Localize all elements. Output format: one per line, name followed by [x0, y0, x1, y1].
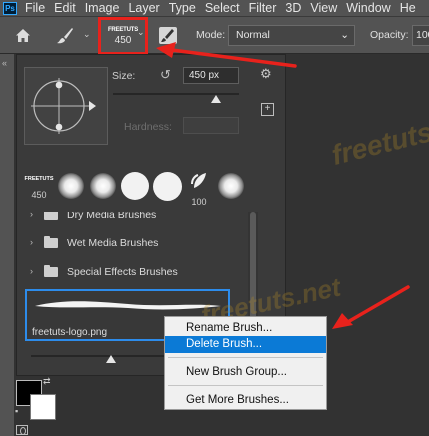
menu-image[interactable]: Image	[85, 0, 120, 16]
preset-thumb-size: 100	[191, 197, 207, 207]
menu-3d[interactable]: 3D	[285, 0, 301, 16]
menu-select[interactable]: Select	[205, 0, 240, 16]
menu-layer[interactable]: Layer	[128, 0, 159, 16]
preset-thumb-hard-round[interactable]	[152, 170, 182, 208]
menu-filter[interactable]: Filter	[249, 0, 277, 16]
new-preset-plus-icon[interactable]: +	[261, 103, 274, 116]
gear-icon[interactable]: ⚙	[260, 66, 272, 82]
brush-folder-list: › Dry Media Brushes › Wet Media Brushes …	[24, 212, 246, 284]
rename-brush-menu-item[interactable]: Rename Brush...	[165, 320, 326, 337]
menu-type[interactable]: Type	[169, 0, 196, 16]
menu-separator	[168, 385, 323, 386]
tool-preset-chevron-icon[interactable]: ⌄	[83, 29, 91, 40]
chevron-down-icon: ⌄	[340, 29, 349, 41]
preset-thumb-soft-round[interactable]	[88, 170, 118, 208]
leaf-brush-icon	[191, 173, 206, 188]
quick-mask-icon[interactable]	[16, 425, 28, 435]
preset-thumb-logo[interactable]: FREETUTS 450	[24, 170, 54, 208]
folder-label: Wet Media Brushes	[67, 237, 159, 249]
default-colors-icon[interactable]: ▪	[15, 406, 18, 416]
delete-brush-menu-item[interactable]: Delete Brush...	[165, 336, 326, 353]
menu-window[interactable]: Window	[346, 0, 390, 16]
watermark-text-right: freetuts.net	[328, 104, 429, 171]
annotation-arrow-icon	[332, 285, 410, 329]
recent-brush-presets: FREETUTS 450 100	[24, 170, 246, 208]
collapse-panel-icon[interactable]: «	[2, 58, 7, 68]
expand-caret-icon[interactable]: ›	[30, 212, 33, 219]
mode-select[interactable]: Normal ⌄	[228, 25, 355, 46]
menu-file[interactable]: File	[25, 0, 45, 16]
preset-thumb-label: FREETUTS	[24, 176, 54, 182]
folder-label: Special Effects Brushes	[67, 266, 178, 278]
preset-thumb-soft-round[interactable]	[56, 170, 86, 208]
menu-separator	[168, 357, 323, 358]
scrollbar-thumb[interactable]	[250, 212, 256, 322]
brush-stroke-preview	[35, 301, 221, 310]
folder-label: Dry Media Brushes	[67, 212, 157, 221]
photoshop-logo[interactable]: Ps	[3, 1, 17, 15]
folder-row[interactable]: › Dry Media Brushes	[24, 212, 246, 230]
preset-thumb-size: 450	[31, 190, 47, 200]
brush-context-menu: Rename Brush... Delete Brush... New Brus…	[164, 316, 327, 410]
folder-icon	[44, 236, 58, 248]
preset-thumb-leaf[interactable]: 100	[184, 170, 214, 208]
home-icon[interactable]	[15, 28, 31, 43]
expand-caret-icon[interactable]: ›	[30, 266, 33, 276]
tools-panel-strip	[0, 54, 14, 436]
size-slider-thumb[interactable]	[211, 95, 222, 103]
brush-tool-icon[interactable]	[56, 27, 74, 45]
size-label: Size:	[112, 70, 136, 82]
options-bar: ⌄ FREETUTS 450 ⌄ Mode: Normal ⌄ Opacity:…	[0, 16, 429, 55]
preset-thumb-soft-round[interactable]	[216, 170, 246, 208]
thumbnail-size-slider-thumb[interactable]	[106, 355, 116, 363]
mode-label: Mode:	[196, 29, 226, 41]
folder-row[interactable]: › Wet Media Brushes	[24, 230, 246, 258]
opacity-label: Opacity:	[370, 29, 409, 41]
menu-edit[interactable]: Edit	[54, 0, 76, 16]
reset-size-icon[interactable]: ↺	[160, 67, 171, 83]
get-more-brushes-menu-item[interactable]: Get More Brushes...	[165, 392, 326, 409]
swap-colors-icon[interactable]: ⇄	[43, 376, 51, 387]
selected-brush-name: freetuts-logo.png	[32, 327, 108, 338]
brush-settings-toggle-icon[interactable]	[159, 27, 177, 44]
hardness-label: Hardness:	[124, 121, 172, 133]
menu-help[interactable]: He	[400, 0, 416, 16]
background-color-swatch[interactable]	[30, 394, 56, 420]
preset-thumb-hard-round[interactable]	[120, 170, 150, 208]
folder-row[interactable]: › Special Effects Brushes	[24, 259, 246, 284]
hardness-input	[183, 117, 239, 134]
brush-angle-roundness-control[interactable]	[24, 67, 108, 145]
folder-icon	[44, 265, 58, 277]
mode-value: Normal	[236, 29, 270, 41]
size-input[interactable]: 450 px	[183, 67, 239, 84]
new-brush-group-menu-item[interactable]: New Brush Group...	[165, 364, 326, 381]
opacity-input[interactable]: 100	[412, 25, 429, 46]
expand-caret-icon[interactable]: ›	[30, 237, 33, 247]
folder-icon	[44, 212, 58, 220]
menu-view[interactable]: View	[310, 0, 337, 16]
menu-bar: Ps File Edit Image Layer Type Select Fil…	[0, 0, 429, 16]
brush-preset-chevron-icon[interactable]: ⌄	[137, 27, 145, 38]
